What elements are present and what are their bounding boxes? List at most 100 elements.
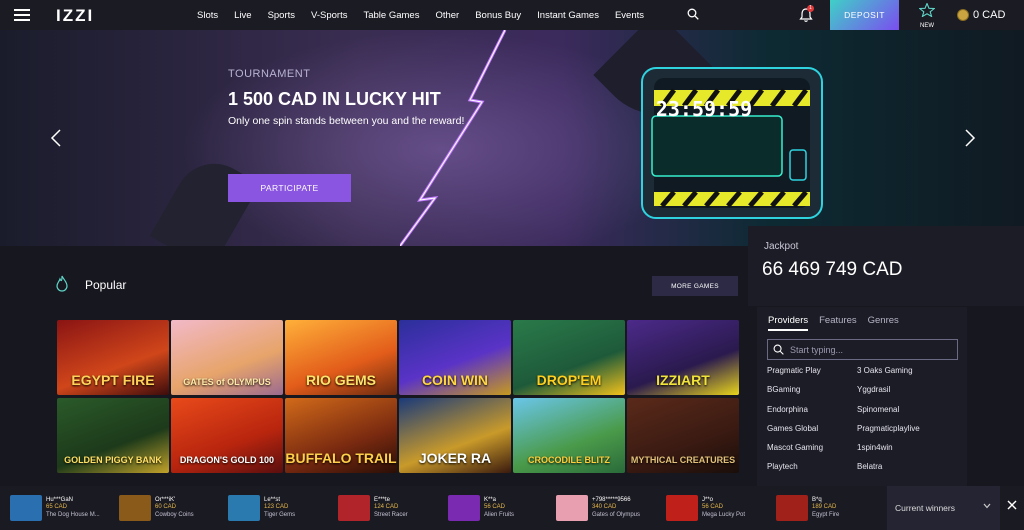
provider-item[interactable]: Pragmaticplaylive: [857, 424, 967, 433]
nav-item-other[interactable]: Other: [435, 10, 459, 21]
provider-item[interactable]: 1spin4win: [857, 443, 967, 452]
game-tile[interactable]: COIN WIN: [399, 320, 511, 395]
hamburger-menu-icon[interactable]: [14, 9, 30, 21]
game-title: MYTHICAL CREATURES: [630, 455, 736, 465]
participate-button[interactable]: PARTICIPATE: [228, 174, 351, 202]
banner-subtitle: Only one spin stands between you and the…: [228, 115, 465, 127]
game-tile[interactable]: RIO GEMS: [285, 320, 397, 395]
star-icon: [918, 2, 936, 18]
winner-name: K**a: [484, 496, 497, 503]
deposit-button[interactable]: DEPOSIT: [830, 0, 899, 30]
game-tile[interactable]: GOLDEN PIGGY BANK: [57, 398, 169, 473]
timer-device-image: [641, 67, 823, 219]
game-title: EGYPT FIRE: [71, 372, 155, 388]
balance[interactable]: 0 CAD: [957, 9, 1005, 21]
flame-icon: [56, 275, 68, 292]
winner-game: Street Racer: [374, 511, 408, 518]
game-tile[interactable]: IZZIART: [627, 320, 739, 395]
winner-game: Tiger Gems: [264, 511, 296, 518]
game-title: RIO GEMS: [305, 372, 376, 388]
game-title: GOLDEN PIGGY BANK: [64, 455, 162, 465]
nav-item-slots[interactable]: Slots: [197, 10, 218, 21]
jackpot-value: 66 469 749 CAD: [762, 259, 903, 280]
section-title-popular: Popular: [85, 278, 127, 292]
nav-item-v-sports[interactable]: V-Sports: [311, 10, 347, 21]
balance-value: 0 CAD: [973, 9, 1006, 21]
winner-game: The Dog House M...: [46, 511, 100, 518]
winner-name: Or***iK': [155, 496, 176, 503]
coin-icon: [957, 9, 969, 21]
winner-name: +798*****9566: [592, 496, 631, 503]
nav-item-table-games[interactable]: Table Games: [363, 10, 419, 21]
provider-item[interactable]: Yggdrasil: [857, 385, 967, 394]
banner-title: 1 500 CAD IN LUCKY HIT: [228, 89, 441, 109]
game-tile[interactable]: GATES of OLYMPUS: [171, 320, 283, 395]
winner-item[interactable]: Or***iK' 60 CAD Cowboy Coins: [119, 492, 194, 524]
winner-info: K**a 56 CAD Alien Fruits: [484, 497, 514, 520]
nav-item-bonus-buy[interactable]: Bonus Buy: [475, 10, 521, 21]
search-icon[interactable]: [687, 8, 699, 20]
provider-search-input[interactable]: [790, 344, 950, 355]
winner-info: E***te 124 CAD Street Racer: [374, 497, 408, 520]
game-tile[interactable]: BUFFALO TRAIL: [285, 398, 397, 473]
winner-item[interactable]: +798*****9566 340 CAD Gates of Olympus: [556, 492, 640, 524]
nav-item-instant-games[interactable]: Instant Games: [537, 10, 599, 21]
more-games-button[interactable]: MORE GAMES: [652, 276, 738, 296]
game-thumbnail: [666, 495, 698, 521]
game-thumbnail: [776, 495, 808, 521]
winner-item[interactable]: E***te 124 CAD Street Racer: [338, 492, 408, 524]
winner-amount: 123 CAD: [264, 504, 289, 511]
nav-item-sports[interactable]: Sports: [268, 10, 295, 21]
game-tile[interactable]: CROCODILE BLITZ: [513, 398, 625, 473]
nav-item-live[interactable]: Live: [234, 10, 251, 21]
winner-info: +798*****9566 340 CAD Gates of Olympus: [592, 497, 640, 520]
winner-amount: 189 CAD: [812, 504, 837, 511]
game-title: BUFFALO TRAIL: [285, 450, 397, 466]
game-tile[interactable]: DRAGON'S GOLD 100: [171, 398, 283, 473]
game-tile[interactable]: JOKER RA: [399, 398, 511, 473]
tab-genres[interactable]: Genres: [868, 315, 899, 331]
winner-item[interactable]: K**a 56 CAD Alien Fruits: [448, 492, 514, 524]
chevron-right-icon[interactable]: [964, 128, 976, 148]
provider-item[interactable]: Belatra: [857, 462, 967, 471]
hero-banner: TOURNAMENT 1 500 CAD IN LUCKY HIT Only o…: [0, 30, 1024, 246]
chevron-left-icon[interactable]: [50, 128, 62, 148]
provider-item[interactable]: 3 Oaks Gaming: [857, 366, 967, 375]
provider-item[interactable]: Endorphina: [767, 405, 857, 414]
winner-item[interactable]: B*q 189 CAD Egypt Fire: [776, 492, 839, 524]
winner-item[interactable]: Le**st 123 CAD Tiger Gems: [228, 492, 295, 524]
game-tile[interactable]: EGYPT FIRE: [57, 320, 169, 395]
game-thumbnail: [119, 495, 151, 521]
winner-item[interactable]: Hu***GaN 65 CAD The Dog House M...: [10, 492, 100, 524]
winner-name: B*q: [812, 496, 822, 503]
winner-amount: 60 CAD: [155, 504, 177, 511]
provider-item[interactable]: Pragmatic Play: [767, 366, 857, 375]
winner-item[interactable]: J**o 56 CAD Mega Lucky Pot: [666, 492, 745, 524]
winner-game: Gates of Olympus: [592, 511, 641, 518]
tab-features[interactable]: Features: [819, 315, 857, 331]
winner-amount: 56 CAD: [484, 504, 506, 511]
tab-providers[interactable]: Providers: [768, 315, 809, 331]
close-icon[interactable]: [1007, 500, 1017, 510]
provider-item[interactable]: Playtech: [767, 462, 857, 471]
provider-item[interactable]: BGaming: [767, 385, 857, 394]
game-title: DROP'EM: [536, 372, 602, 388]
game-thumbnail: [228, 495, 260, 521]
jackpot-label: Jackpot: [764, 241, 799, 252]
chevron-down-icon[interactable]: [983, 503, 991, 509]
game-title: JOKER RA: [418, 450, 492, 466]
new-button[interactable]: NEW: [915, 2, 939, 29]
provider-item[interactable]: Mascot Gaming: [767, 443, 857, 452]
provider-item[interactable]: Spinomenal: [857, 405, 967, 414]
game-thumbnail: [338, 495, 370, 521]
provider-item[interactable]: Games Global: [767, 424, 857, 433]
game-tile[interactable]: DROP'EM: [513, 320, 625, 395]
winner-game: Cowboy Coins: [155, 511, 194, 518]
logo[interactable]: IZZI: [56, 6, 94, 26]
game-tile[interactable]: MYTHICAL CREATURES: [627, 398, 739, 473]
winner-amount: 340 CAD: [592, 504, 617, 511]
winner-name: E***te: [374, 496, 391, 503]
game-thumbnail: [448, 495, 480, 521]
nav-item-events[interactable]: Events: [615, 10, 644, 21]
search-icon: [773, 344, 784, 355]
